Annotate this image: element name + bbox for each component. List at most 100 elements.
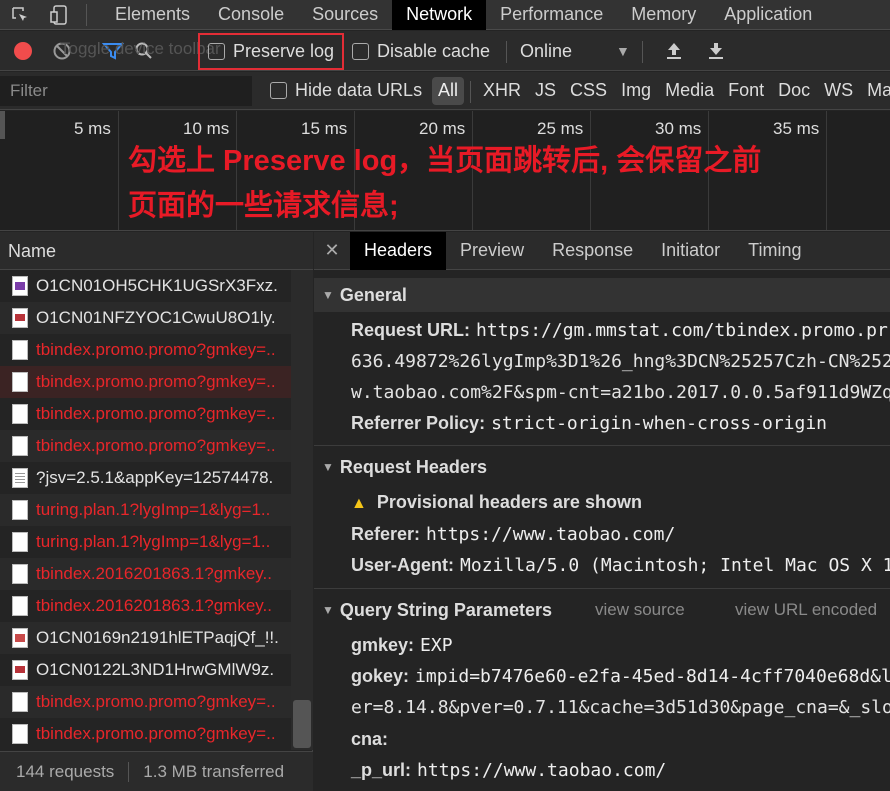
expand-triangle-icon[interactable]: ▼: [322, 460, 334, 474]
tab-elements[interactable]: Elements: [101, 0, 204, 30]
tab-console[interactable]: Console: [204, 0, 298, 30]
type-doc[interactable]: Doc: [772, 77, 816, 105]
tab-sources[interactable]: Sources: [298, 0, 392, 30]
request-url-row: Request URL: https://gm.mmstat.com/tbinde…: [351, 320, 888, 341]
gokey-value: impid=b7476e60-e2fa-45ed-8d14-4cff7040e6…: [415, 666, 890, 687]
blank-file-icon: [12, 372, 28, 392]
tab-performance[interactable]: Performance: [486, 0, 617, 30]
general-title: General: [339, 284, 407, 305]
request-row[interactable]: turing.plan.1?lygImp=1&lyg=1..: [0, 494, 291, 526]
transferred-size: 1.3 MB transferred: [143, 761, 285, 781]
view-url-encoded-link[interactable]: view URL encoded: [735, 600, 877, 620]
expand-triangle-icon[interactable]: ▼: [322, 603, 334, 617]
chevron-down-icon[interactable]: ▼: [616, 43, 630, 59]
gokey-line-2: er=8.14.8&pver=0.7.11&cache=3d51d30&page…: [351, 697, 890, 718]
request-row[interactable]: tbindex.promo.promo?gmkey=..: [0, 718, 291, 750]
preserve-log-label: Preserve log: [233, 41, 335, 61]
expand-triangle-icon[interactable]: ▼: [322, 288, 334, 302]
export-har-icon[interactable]: [706, 39, 726, 66]
preserve-log-checkbox[interactable]: Preserve log: [198, 33, 344, 70]
request-name: tbindex.promo.promo?gmkey=..: [36, 436, 276, 455]
request-row[interactable]: tbindex.promo.promo?gmkey=..: [0, 366, 291, 398]
disable-cache-checkbox[interactable]: Disable cache: [352, 41, 490, 62]
type-media[interactable]: Media: [659, 77, 720, 105]
request-list-scrollbar[interactable]: [291, 270, 313, 750]
filter-input[interactable]: Filter: [0, 76, 252, 106]
tab-preview[interactable]: Preview: [446, 232, 538, 270]
tab-network[interactable]: Network: [392, 0, 487, 30]
disable-cache-label: Disable cache: [377, 41, 491, 61]
image-file-icon: [12, 660, 28, 680]
request-row[interactable]: tbindex.promo.promo?gmkey=..: [0, 686, 291, 718]
request-row[interactable]: tbindex.2016201863.1?gmkey..: [0, 558, 291, 590]
scrollbar-thumb[interactable]: [293, 700, 311, 748]
provisional-text: Provisional headers are shown: [376, 492, 642, 512]
general-header[interactable]: ▼ General: [314, 278, 890, 312]
close-icon[interactable]: ✕: [314, 240, 350, 261]
request-row[interactable]: tbindex.promo.promo?gmkey=..: [0, 398, 291, 430]
name-column-header[interactable]: Name: [0, 232, 313, 270]
request-name: O1CN0169n2191hlETPaqjQf_!!.: [36, 628, 279, 647]
blank-file-icon: [12, 436, 28, 456]
view-source-link[interactable]: view source: [595, 600, 685, 620]
image-file-icon: [12, 276, 28, 296]
tab-response[interactable]: Response: [538, 232, 647, 270]
request-row[interactable]: ?jsv=2.5.1&appKey=12574478.: [0, 462, 291, 494]
tab-application[interactable]: Application: [710, 0, 826, 30]
blank-file-icon: [12, 532, 28, 552]
request-row[interactable]: O1CN01NFZYOC1CwuU8O1ly.: [0, 302, 291, 334]
timeline-overview[interactable]: 5 ms 10 ms 15 ms 20 ms 25 ms 30 ms 35 ms…: [0, 111, 890, 231]
request-row[interactable]: turing.plan.1?lygImp=1&lyg=1..: [0, 526, 291, 558]
hide-data-urls-checkbox[interactable]: Hide data URLs: [270, 80, 422, 101]
request-row[interactable]: O1CN01OH5CHK1UGSrX3Fxz.: [0, 270, 291, 302]
record-button[interactable]: [14, 41, 32, 60]
request-row[interactable]: O1CN0169n2191hlETPaqjQf_!!.: [0, 622, 291, 654]
main-tabs: Elements Console Sources Network Perform…: [101, 0, 826, 30]
request-row[interactable]: tbindex.promo.promo?gmkey=..: [0, 334, 291, 366]
resource-type-filters: All XHR JS CSS Img Media Font Doc WS Ma: [432, 77, 890, 105]
request-url-label: Request URL:: [351, 320, 471, 340]
referer-value: https://www.taobao.com/: [426, 524, 676, 545]
gmkey-label: gmkey:: [351, 635, 415, 655]
tab-memory[interactable]: Memory: [617, 0, 710, 30]
overview-selection-handle[interactable]: [0, 111, 5, 139]
device-toolbar-tooltip: Toggle device toolbar: [60, 39, 221, 58]
gmkey-row: gmkey: EXP: [351, 635, 453, 656]
tab-initiator[interactable]: Initiator: [647, 232, 734, 270]
inspect-element-icon[interactable]: [0, 0, 40, 30]
request-name: tbindex.promo.promo?gmkey=..: [36, 724, 276, 743]
type-js[interactable]: JS: [529, 77, 562, 105]
type-xhr[interactable]: XHR: [477, 77, 527, 105]
toolbar-separator: [642, 41, 643, 63]
throttle-select[interactable]: Online: [520, 41, 572, 62]
tab-timing[interactable]: Timing: [734, 232, 815, 270]
request-row[interactable]: tbindex.2016201863.1?gmkey..: [0, 590, 291, 622]
type-all[interactable]: All: [432, 77, 465, 105]
type-img[interactable]: Img: [615, 77, 657, 105]
image-file-icon: [12, 308, 28, 328]
provisional-warning: ▲ Provisional headers are shown: [351, 492, 642, 513]
type-css[interactable]: CSS: [564, 77, 613, 105]
request-row[interactable]: O1CN0122L3ND1HrwGMlW9z.: [0, 654, 291, 686]
toolbar-separator: [506, 41, 507, 63]
gokey-label: gokey:: [351, 666, 410, 686]
filter-bar: Filter Hide data URLs All XHR JS CSS Img…: [0, 72, 890, 110]
p-url-value: https://www.taobao.com/: [417, 760, 667, 781]
type-ws[interactable]: WS: [818, 77, 859, 105]
cna-label: cna:: [351, 729, 389, 749]
request-headers-header[interactable]: ▼ Request Headers: [314, 450, 890, 484]
user-agent-label: User-Agent:: [351, 555, 455, 575]
type-font[interactable]: Font: [722, 77, 770, 105]
request-rows: O1CN01OH5CHK1UGSrX3Fxz. O1CN01NFZYOC1CwuU…: [0, 270, 291, 750]
preserve-log-box[interactable]: [208, 43, 225, 60]
import-har-icon[interactable]: [664, 39, 684, 66]
timeline-gridline: [118, 111, 119, 230]
request-row[interactable]: tbindex.promo.promo?gmkey=..: [0, 430, 291, 462]
timeline-tick: 30 ms: [655, 119, 702, 138]
annotation-text: 勾选上 Preserve log，当页面跳转后, 会保留之前 页面的一些请求信息…: [128, 139, 848, 229]
device-toolbar-icon[interactable]: [40, 0, 80, 30]
disable-cache-box[interactable]: [352, 43, 369, 60]
hide-data-urls-box[interactable]: [270, 82, 287, 99]
tab-headers[interactable]: Headers: [350, 232, 447, 270]
type-manifest[interactable]: Ma: [861, 77, 890, 105]
